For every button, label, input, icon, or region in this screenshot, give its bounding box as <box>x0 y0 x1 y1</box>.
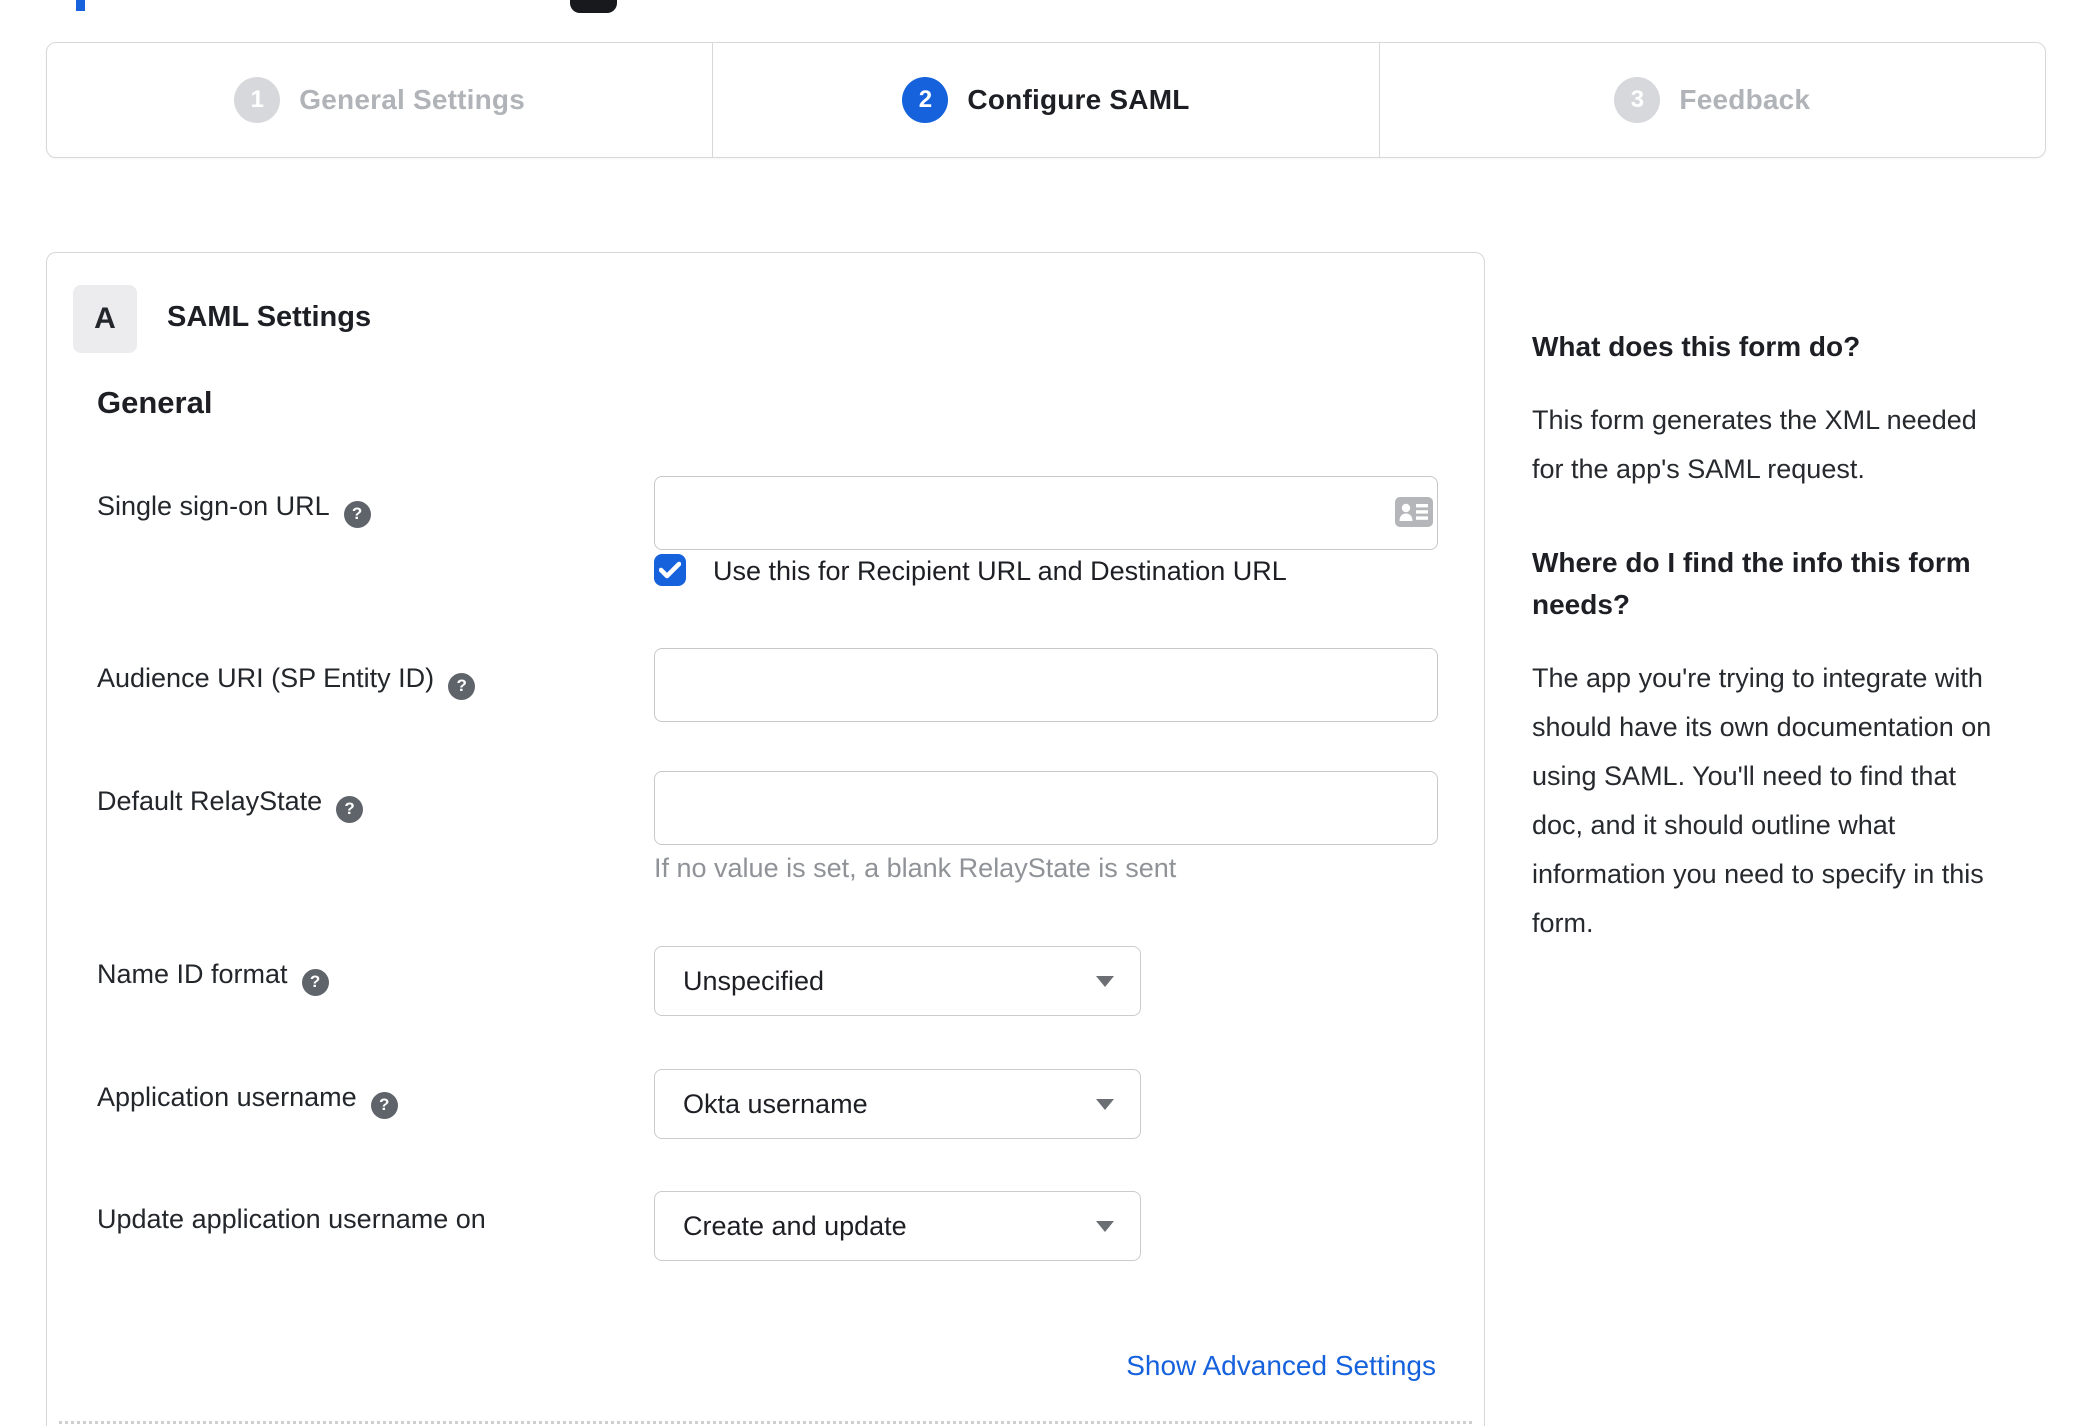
nameid-format-select[interactable]: Unspecified <box>654 946 1141 1016</box>
section-dotted-divider <box>59 1421 1472 1424</box>
relaystate-label: Default RelayState? <box>97 786 364 823</box>
nameid-format-label: Name ID format? <box>97 959 329 996</box>
audience-uri-label: Audience URI (SP Entity ID)? <box>97 663 476 700</box>
sidebar-paragraph-what: This form generates the XML needed for t… <box>1532 405 1977 484</box>
update-username-label: Update application username on <box>97 1204 486 1234</box>
sidebar-paragraph-where: The app you're trying to integrate with … <box>1532 663 1992 938</box>
relaystate-input[interactable] <box>654 771 1438 845</box>
chevron-down-icon <box>1096 1099 1114 1110</box>
step-label: General Settings <box>299 84 526 115</box>
step-number-badge: 3 <box>1614 77 1661 123</box>
cutoff-blue-artifact <box>76 0 85 11</box>
show-advanced-settings-link[interactable]: Show Advanced Settings <box>1126 1350 1436 1382</box>
sidebar-heading-what: What does this form do? <box>1532 331 1861 362</box>
tab-feedback[interactable]: 3 Feedback <box>1378 43 2045 157</box>
update-username-value: Create and update <box>683 1210 907 1241</box>
help-icon[interactable]: ? <box>343 500 371 528</box>
update-username-select[interactable]: Create and update <box>654 1191 1141 1261</box>
cutoff-logo-artifact <box>570 0 617 13</box>
help-icon[interactable]: ? <box>448 672 476 700</box>
sso-url-label: Single sign-on URL? <box>97 491 371 528</box>
step-label: Configure SAML <box>967 84 1190 115</box>
help-icon[interactable]: ? <box>336 795 364 823</box>
tab-configure-saml[interactable]: 2 Configure SAML <box>712 43 1378 157</box>
saml-settings-panel: A SAML Settings General Single sign-on U… <box>46 252 1485 1426</box>
step-label: Feedback <box>1679 84 1811 115</box>
tab-general-settings[interactable]: 1 General Settings <box>47 43 712 157</box>
section-a-badge: A <box>73 285 137 353</box>
step-number-badge: 1 <box>234 77 281 123</box>
recipient-url-checkbox[interactable] <box>654 554 686 586</box>
help-sidebar: What does this form do? This form genera… <box>1532 326 2046 996</box>
help-icon[interactable]: ? <box>370 1091 398 1119</box>
sidebar-heading-where: Where do I find the info this form needs… <box>1532 547 1971 620</box>
step-number-badge: 2 <box>902 77 949 123</box>
app-username-select[interactable]: Okta username <box>654 1069 1141 1139</box>
sso-url-input[interactable] <box>654 476 1438 550</box>
nameid-format-value: Unspecified <box>683 965 825 996</box>
app-username-label: Application username? <box>97 1082 398 1119</box>
relaystate-hint: If no value is set, a blank RelayState i… <box>654 853 1177 883</box>
panel-title: SAML Settings <box>167 301 372 333</box>
recipient-url-checkbox-label: Use this for Recipient URL and Destinati… <box>713 556 1287 586</box>
audience-uri-input[interactable] <box>654 648 1438 722</box>
wizard-stepper: 1 General Settings 2 Configure SAML 3 Fe… <box>46 42 2046 158</box>
app-username-value: Okta username <box>683 1088 868 1119</box>
general-section-heading: General <box>97 385 213 420</box>
contact-card-icon[interactable] <box>1395 497 1433 527</box>
help-icon[interactable]: ? <box>301 968 329 996</box>
chevron-down-icon <box>1096 1221 1114 1232</box>
chevron-down-icon <box>1096 976 1114 987</box>
